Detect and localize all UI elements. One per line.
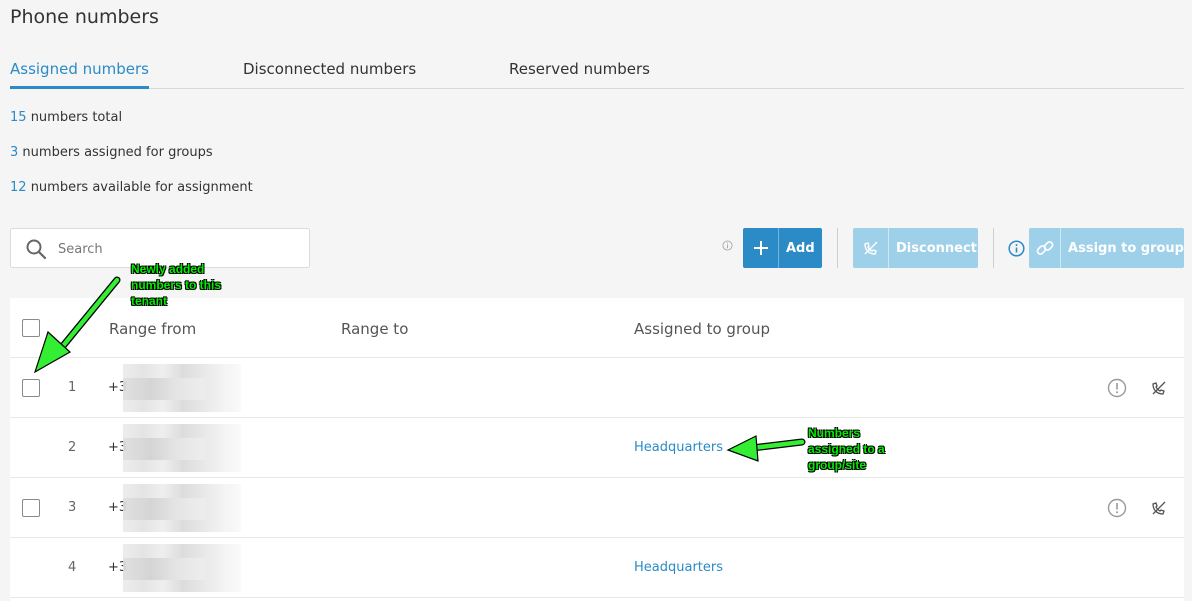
stat-available-value: 12 (10, 180, 27, 195)
redacted-number (123, 364, 241, 412)
alert-icon[interactable] (1107, 378, 1127, 398)
toolbar-divider (837, 228, 838, 268)
annotation-line: tenant (131, 294, 167, 308)
stat-total-label: numbers total (30, 110, 123, 125)
disconnect-button[interactable]: Disconnect (853, 228, 978, 268)
annotation-line: numbers to this (131, 278, 222, 292)
info-icon[interactable] (722, 240, 733, 251)
annotation-line: Newly added (131, 262, 205, 276)
toolbar-divider (993, 228, 994, 268)
row-checkbox[interactable] (22, 379, 40, 397)
stat-available: 12 numbers available for assignment (10, 180, 253, 195)
stat-total-value: 15 (10, 110, 27, 125)
row-index: 1 (68, 380, 77, 395)
annotation-line: Numbers (808, 426, 861, 440)
redacted-number (123, 424, 241, 472)
annotation-newly-added: Newly added numbers to this tenant (131, 261, 221, 309)
tab-bar: Assigned numbers Disconnected numbers Re… (10, 58, 1184, 89)
stat-assigned-label: numbers assigned for groups (22, 145, 213, 160)
page-title: Phone numbers (10, 6, 159, 28)
disconnect-phone-icon (853, 228, 889, 268)
annotation-line: group/site (808, 458, 867, 472)
annotation-line: assigned to a (808, 442, 885, 456)
disconnect-phone-icon[interactable] (1150, 499, 1168, 517)
group-link[interactable]: Headquarters (634, 440, 723, 455)
select-all-checkbox[interactable] (22, 319, 40, 337)
tab-reserved-numbers[interactable]: Reserved numbers (509, 60, 650, 89)
stat-assigned-value: 3 (10, 145, 19, 160)
stat-total: 15 numbers total (10, 110, 122, 125)
group-link[interactable]: Headquarters (634, 560, 723, 575)
disconnect-button-label: Disconnect (896, 240, 977, 256)
column-assigned-group[interactable]: Assigned to group (634, 320, 770, 338)
alert-icon[interactable] (1107, 498, 1127, 518)
redacted-number (123, 544, 241, 592)
stat-available-label: numbers available for assignment (30, 180, 253, 195)
link-icon (1029, 228, 1062, 268)
numbers-table: Range from Range to Assigned to group 1 … (10, 298, 1184, 601)
disconnect-phone-icon[interactable] (1150, 379, 1168, 397)
redacted-number (123, 484, 241, 532)
tab-assigned-numbers[interactable]: Assigned numbers (10, 60, 149, 89)
add-button-label: Add (786, 240, 815, 256)
assign-to-group-button[interactable]: Assign to group (1029, 228, 1184, 268)
column-range-from[interactable]: Range from (109, 320, 196, 338)
row-index: 3 (68, 500, 77, 515)
table-row[interactable]: 4 +3 Headquarters (10, 538, 1184, 598)
table-row[interactable]: 2 +3 Headquarters (10, 418, 1184, 478)
search-input[interactable] (58, 239, 298, 259)
column-range-to[interactable]: Range to (341, 320, 408, 338)
row-checkbox[interactable] (22, 499, 40, 517)
search-icon (26, 239, 47, 260)
annotation-assigned: Numbers assigned to a group/site (808, 425, 885, 473)
table-row[interactable]: 1 +3 (10, 358, 1184, 418)
add-button[interactable]: Add (743, 228, 822, 268)
stat-assigned-groups: 3 numbers assigned for groups (10, 145, 213, 160)
table-row[interactable]: 3 +3 (10, 478, 1184, 538)
tab-disconnected-numbers[interactable]: Disconnected numbers (243, 60, 416, 89)
row-index: 4 (68, 560, 77, 575)
assign-to-group-button-label: Assign to group (1068, 240, 1184, 256)
row-index: 2 (68, 440, 77, 455)
info-icon[interactable] (1008, 240, 1025, 257)
plus-icon (743, 228, 779, 268)
